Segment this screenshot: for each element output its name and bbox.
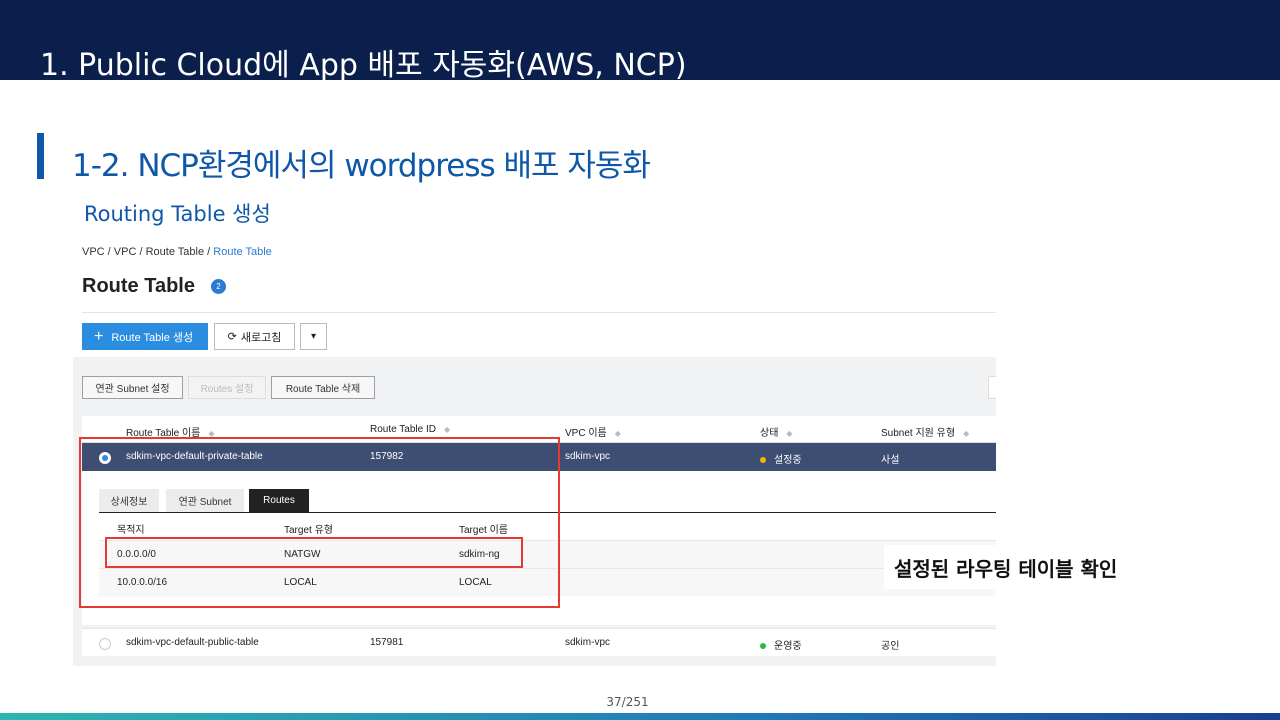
breadcrumb-item[interactable]: VPC: [82, 246, 105, 258]
column-header[interactable]: Route Table ID ◆: [370, 424, 450, 435]
slide-header: 1. Public Cloud에 App 배포 자동화(AWS, NCP): [0, 0, 1280, 83]
sort-icon: ◆: [963, 429, 970, 438]
status-dot-icon: [760, 457, 766, 464]
highlight-box-outer: [79, 437, 560, 608]
plus-icon: +: [94, 327, 104, 345]
vpc-name: sdkim-vpc: [565, 451, 611, 462]
sort-icon: ◆: [614, 429, 621, 438]
footer-bar: [0, 713, 1280, 720]
count-badge: 2: [211, 279, 226, 294]
slide-title: 1. Public Cloud에 App 배포 자동화(AWS, NCP): [40, 48, 687, 83]
refresh-button-label: 새로고침: [240, 331, 282, 344]
sort-icon: ◆: [786, 429, 793, 438]
column-header[interactable]: 상태 ◆: [760, 424, 793, 439]
subnet-type: 공인: [881, 641, 900, 652]
highlight-box-route: [105, 537, 523, 568]
create-route-table-button[interactable]: + Route Table 생성: [82, 323, 208, 350]
section-title: 1-2. NCP환경에서의 wordpress 배포 자동화: [72, 148, 651, 184]
breadcrumb: VPC / VPC / Route Table / Route Table: [82, 246, 272, 258]
status: 운영중: [760, 637, 802, 652]
status: 설정중: [760, 451, 802, 466]
column-header[interactable]: VPC 이름 ◆: [565, 424, 621, 439]
divider: [82, 312, 996, 313]
create-button-label: Route Table 생성: [111, 331, 194, 344]
sort-icon: ◆: [443, 425, 451, 434]
section-marker: [37, 133, 44, 179]
subnet-setting-button[interactable]: 연관 Subnet 설정: [82, 376, 183, 399]
refresh-button[interactable]: ⟳ 새로고침: [214, 323, 295, 350]
page-title: Route Table: [82, 275, 195, 297]
more-dropdown-button[interactable]: ▾: [300, 323, 327, 350]
page-number: 37/251: [606, 695, 649, 709]
callout-label: 설정된 라우팅 테이블 확인: [884, 545, 1117, 589]
subnet-type: 사설: [881, 455, 900, 466]
status-dot-icon: [760, 643, 766, 650]
refresh-icon: ⟳: [227, 331, 237, 343]
column-header[interactable]: Subnet 지원 유형 ◆: [881, 424, 969, 439]
search-input[interactable]: [988, 376, 996, 399]
breadcrumb-item[interactable]: VPC: [114, 246, 137, 258]
delete-route-table-button[interactable]: Route Table 삭제: [271, 376, 375, 399]
chevron-down-icon: ▾: [310, 331, 317, 342]
row-radio[interactable]: [99, 638, 111, 650]
routes-setting-button[interactable]: Routes 설정: [188, 376, 266, 399]
sub-title: Routing Table 생성: [84, 202, 271, 226]
table-row[interactable]: sdkim-vpc-default-public-table 157981 sd…: [82, 628, 996, 656]
route-table-id: 157981: [370, 637, 404, 648]
vpc-name: sdkim-vpc: [565, 637, 611, 648]
breadcrumb-item[interactable]: Route Table: [146, 246, 205, 258]
breadcrumb-current: Route Table: [213, 246, 272, 258]
route-table-name: sdkim-vpc-default-public-table: [126, 637, 259, 648]
